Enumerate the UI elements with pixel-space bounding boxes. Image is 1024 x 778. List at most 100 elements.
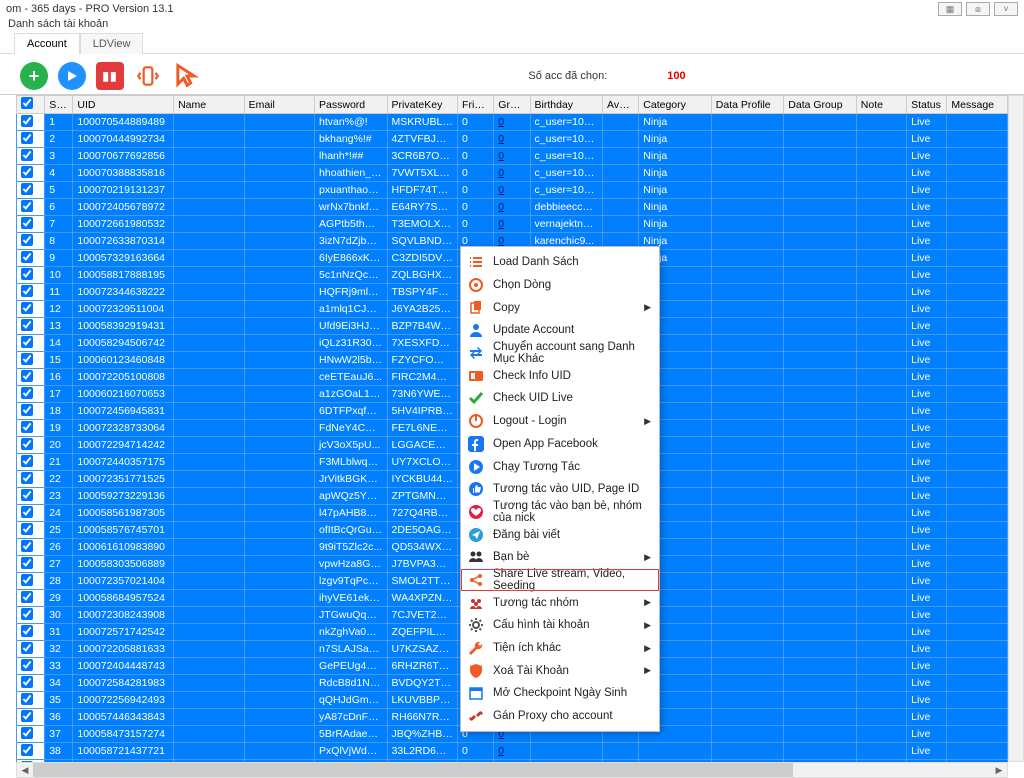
tab-account[interactable]: Account	[14, 33, 80, 54]
col-password[interactable]: Password	[315, 96, 388, 114]
col-uid[interactable]: UID	[73, 96, 174, 114]
col-checkbox[interactable]	[17, 96, 45, 114]
row-checkbox[interactable]	[21, 404, 33, 416]
row-checkbox[interactable]	[21, 387, 33, 399]
row-checkbox[interactable]	[21, 727, 33, 739]
menu-item-t-ng-t-c-v-o-uid-page-id[interactable]: Tương tác vào UID, Page ID	[461, 478, 659, 501]
col-group[interactable]: Group	[494, 96, 530, 114]
col-avatar[interactable]: Avatar	[603, 96, 639, 114]
col-name[interactable]: Name	[174, 96, 244, 114]
row-checkbox[interactable]	[21, 285, 33, 297]
play-button[interactable]	[58, 62, 86, 90]
row-checkbox[interactable]	[21, 370, 33, 382]
menu-item-b-n-b-[interactable]: Bạn bè▶	[461, 546, 659, 569]
row-checkbox[interactable]	[21, 455, 33, 467]
col-note[interactable]: Note	[856, 96, 906, 114]
cell-group[interactable]: 0	[494, 114, 530, 131]
pause-button[interactable]: ▮▮	[96, 62, 124, 90]
cell-group[interactable]: 0	[494, 148, 530, 165]
scrollbar-horizontal[interactable]: ◀ ▶	[16, 762, 1008, 778]
table-row[interactable]: 38100058721437721PxQlVjWdsH...33L2RD6G7I…	[17, 743, 1008, 760]
table-row[interactable]: 2100070444992734bkhang%!#4ZTVFBJYW...00c…	[17, 131, 1008, 148]
cell-group[interactable]: 0	[494, 165, 530, 182]
scrollbar-vertical[interactable]	[1008, 95, 1024, 762]
menu-item-t-ng-t-c-nh-m[interactable]: Tương tác nhóm▶	[461, 591, 659, 614]
col-friend[interactable]: Friend	[458, 96, 494, 114]
add-button[interactable]: +	[20, 62, 48, 90]
row-checkbox[interactable]	[21, 183, 33, 195]
row-checkbox[interactable]	[21, 591, 33, 603]
col-email[interactable]: Email	[244, 96, 314, 114]
row-checkbox[interactable]	[21, 166, 33, 178]
row-checkbox[interactable]	[21, 625, 33, 637]
cell-group[interactable]: 0	[494, 131, 530, 148]
row-checkbox[interactable]	[21, 523, 33, 535]
row-checkbox[interactable]	[21, 336, 33, 348]
context-menu[interactable]: Load Danh SáchChọn DòngCopy▶Update Accou…	[460, 246, 660, 732]
maximize-icon[interactable]: ⧈	[966, 2, 990, 16]
table-row[interactable]: 5100070219131237pxuanthao#!...HFDF74T7X.…	[17, 182, 1008, 199]
row-checkbox[interactable]	[21, 693, 33, 705]
menu-item-chuy-n-account-sang-danh[interactable]: Chuyển account sang Danh Mục Khác	[461, 342, 659, 365]
menu-item-m-checkpoint-ng-y-sinh[interactable]: Mở Checkpoint Ngày Sinh	[461, 682, 659, 705]
menu-item-share-live-stream-video-[interactable]: Share Live stream, Video, Seeding	[461, 569, 659, 592]
row-checkbox[interactable]	[21, 302, 33, 314]
row-checkbox[interactable]	[21, 676, 33, 688]
cursor-button[interactable]	[172, 62, 200, 90]
tab-ldview[interactable]: LDView	[80, 33, 144, 54]
col-status[interactable]: Status	[907, 96, 947, 114]
col-category[interactable]: Category	[639, 96, 712, 114]
menu-item-c-u-h-nh-t-i-kho-n[interactable]: Cấu hình tài khoản▶	[461, 614, 659, 637]
row-checkbox[interactable]	[21, 608, 33, 620]
row-checkbox[interactable]	[21, 574, 33, 586]
menu-item-check-info-uid[interactable]: Check Info UID	[461, 364, 659, 387]
menu-item-load-danh-s-ch[interactable]: Load Danh Sách	[461, 251, 659, 274]
cell-group[interactable]: 0	[494, 182, 530, 199]
row-checkbox[interactable]	[21, 268, 33, 280]
shake-button[interactable]	[134, 62, 162, 90]
row-checkbox[interactable]	[21, 540, 33, 552]
row-checkbox[interactable]	[21, 506, 33, 518]
row-checkbox[interactable]	[21, 421, 33, 433]
menu-item--ng-b-i-vi-t[interactable]: Đăng bài viết	[461, 523, 659, 546]
col-privatekey[interactable]: PrivateKey	[387, 96, 457, 114]
table-row[interactable]: 1100070544889489htvan%@!MSKRUBL5...00c_u…	[17, 114, 1008, 131]
row-checkbox[interactable]	[21, 132, 33, 144]
row-checkbox[interactable]	[21, 710, 33, 722]
cell-group[interactable]: 0	[494, 743, 530, 760]
row-checkbox[interactable]	[21, 642, 33, 654]
row-checkbox[interactable]	[21, 353, 33, 365]
row-checkbox[interactable]	[21, 438, 33, 450]
down-icon[interactable]: ˅	[994, 2, 1018, 16]
cell-group[interactable]: 0	[494, 216, 530, 233]
menu-item-copy[interactable]: Copy▶	[461, 296, 659, 319]
cell-group[interactable]: 0	[494, 199, 530, 216]
select-all-checkbox[interactable]	[21, 97, 33, 109]
col-stt[interactable]: STT	[45, 96, 73, 114]
col-message[interactable]: Message	[947, 96, 1008, 114]
menu-item-ch-n-d-ng[interactable]: Chọn Dòng	[461, 274, 659, 297]
table-row[interactable]: 7100072661980532AGPtb5thO8...T3EMOLX2...…	[17, 216, 1008, 233]
col-birthday[interactable]: Birthday	[530, 96, 603, 114]
col-data-profile[interactable]: Data Profile	[711, 96, 784, 114]
row-checkbox[interactable]	[21, 557, 33, 569]
menu-item-g-n-proxy-cho-account[interactable]: Gán Proxy cho account	[461, 705, 659, 728]
row-checkbox[interactable]	[21, 200, 33, 212]
menu-item-logout-login[interactable]: Logout - Login▶	[461, 410, 659, 433]
menu-item-update-account[interactable]: Update Account	[461, 319, 659, 342]
menu-item-ch-y-t-ng-t-c[interactable]: Chạy Tương Tác	[461, 455, 659, 478]
row-checkbox[interactable]	[21, 217, 33, 229]
row-checkbox[interactable]	[21, 251, 33, 263]
row-checkbox[interactable]	[21, 659, 33, 671]
row-checkbox[interactable]	[21, 319, 33, 331]
menu-item-check-uid-live[interactable]: Check UID Live	[461, 387, 659, 410]
row-checkbox[interactable]	[21, 472, 33, 484]
col-data-group[interactable]: Data Group	[784, 96, 857, 114]
row-checkbox[interactable]	[21, 115, 33, 127]
table-row[interactable]: 6100072405678972wrNx7bnkfke...E64RY7SXJ.…	[17, 199, 1008, 216]
row-checkbox[interactable]	[21, 744, 33, 756]
table-row[interactable]: 4100070388835816hhoathien_!...7VWT5XL5..…	[17, 165, 1008, 182]
menu-item-open-app-facebook[interactable]: Open App Facebook	[461, 433, 659, 456]
menu-item-t-ng-t-c-v-o-b-n-b-nh-m-[interactable]: Tương tác vào bạn bè, nhóm của nick	[461, 501, 659, 524]
row-checkbox[interactable]	[21, 489, 33, 501]
